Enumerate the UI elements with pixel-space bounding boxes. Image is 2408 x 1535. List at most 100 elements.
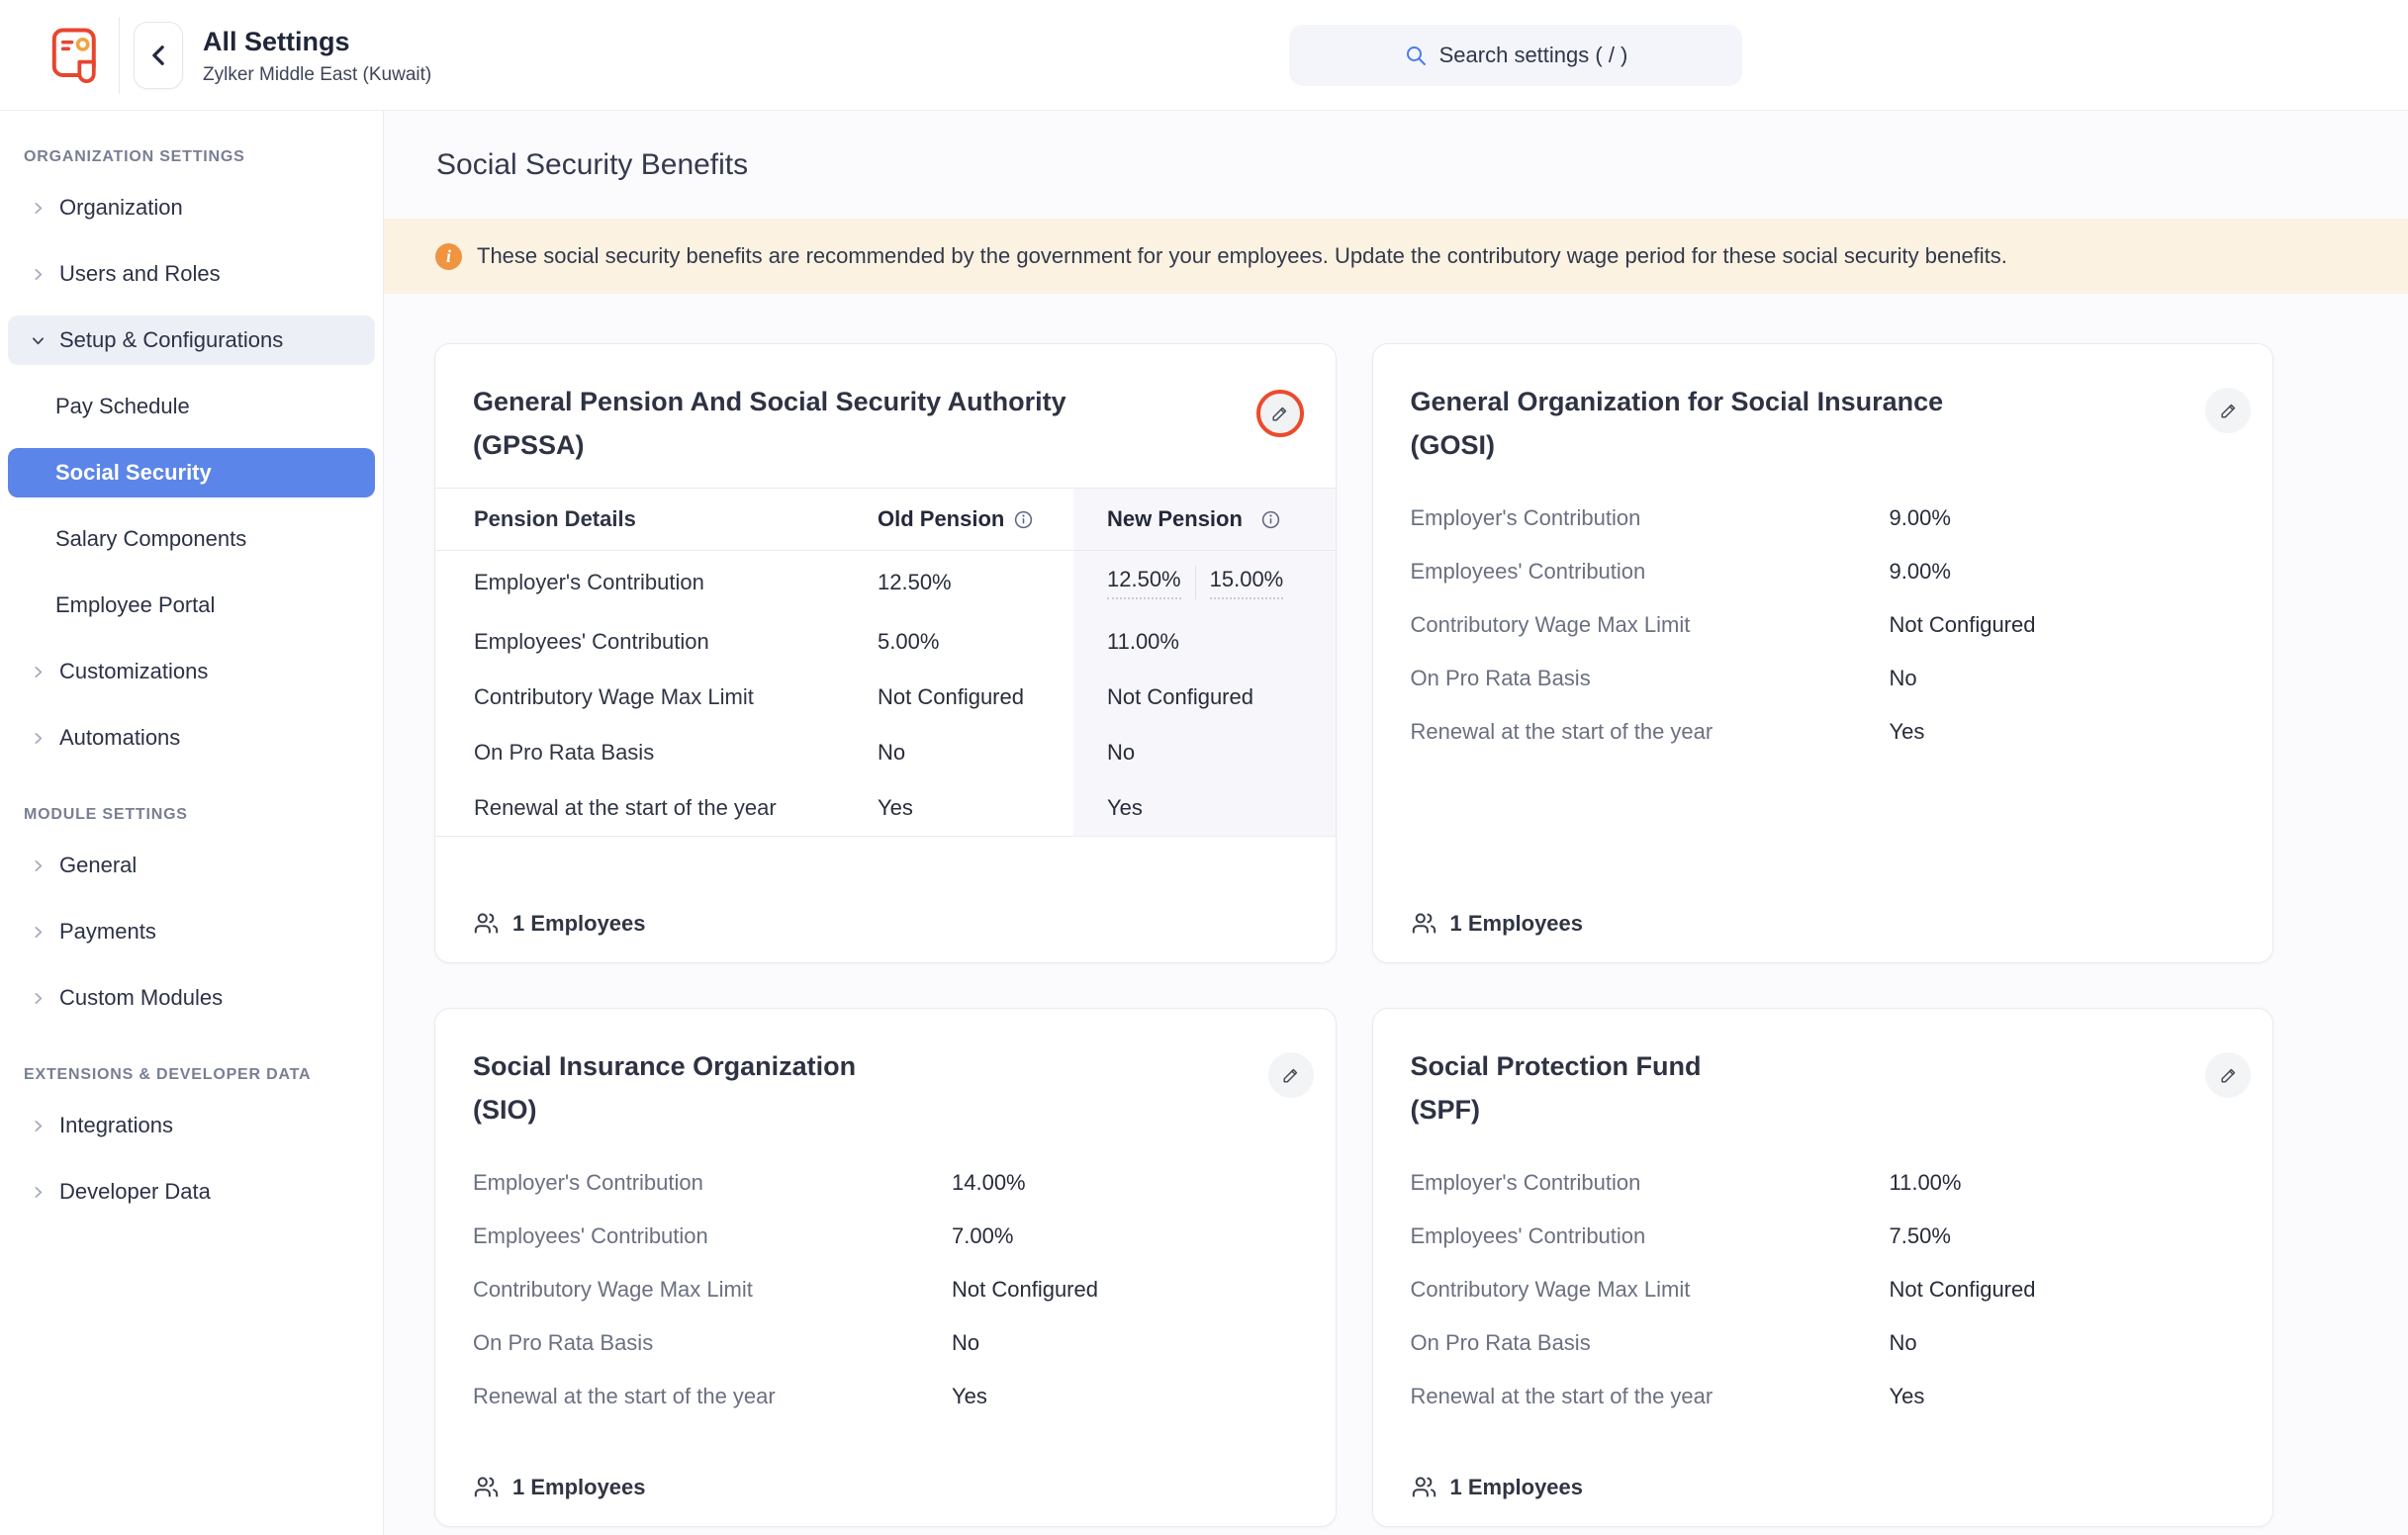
detail-row: Employer's Contribution14.00%: [435, 1156, 1336, 1210]
page-header-title: All Settings: [203, 25, 431, 58]
new-pension-value: 11.00%: [1073, 614, 1336, 670]
sidebar-item-payments[interactable]: Payments: [8, 907, 375, 956]
search-icon: [1404, 44, 1428, 67]
detail-row: Renewal at the start of the yearYes: [1373, 705, 2273, 759]
old-pension-value: 12.50%: [878, 551, 1073, 614]
old-pension-value: Yes: [878, 780, 1073, 836]
column-header: Pension Details: [435, 489, 878, 550]
column-header: New Pension: [1073, 489, 1336, 550]
card-spf: Social Protection Fund (SPF) Employer's …: [1372, 1008, 2274, 1527]
row-label: Contributory Wage Max Limit: [435, 670, 878, 725]
sidebar-item-label: Customizations: [59, 659, 208, 684]
sidebar-item-social-security[interactable]: Social Security: [8, 448, 375, 497]
new-pension-value-b[interactable]: 15.00%: [1210, 567, 1284, 599]
card-title: Social Insurance Organization (SIO): [473, 1044, 1217, 1131]
chevron-right-icon: [30, 200, 46, 217]
main-content: Social Security Benefits i These social …: [384, 111, 2408, 1535]
users-icon: [473, 1474, 500, 1500]
benefit-details: Employer's Contribution14.00% Employees'…: [435, 1156, 1336, 1423]
table-bottom-divider: [435, 836, 1336, 837]
employee-count[interactable]: 1 Employees: [435, 910, 1336, 962]
new-pension-value-a[interactable]: 12.50%: [1107, 567, 1181, 599]
column-header: Old Pension: [878, 489, 1073, 550]
detail-row: Renewal at the start of the yearYes: [1373, 1370, 2273, 1423]
card-gpssa: General Pension And Social Security Auth…: [434, 343, 1337, 963]
detail-row: Renewal at the start of the yearYes: [435, 1370, 1336, 1423]
edit-gpssa-button[interactable]: [1256, 390, 1304, 437]
sidebar-item-employee-portal[interactable]: Employee Portal: [8, 581, 375, 630]
chevron-right-icon: [30, 266, 46, 283]
sidebar-item-users-and-roles[interactable]: Users and Roles: [8, 249, 375, 299]
sidebar-item-automations[interactable]: Automations: [8, 713, 375, 763]
benefit-cards-grid: General Pension And Social Security Auth…: [434, 343, 2273, 1527]
employee-count[interactable]: 1 Employees: [1373, 910, 2273, 962]
organization-name: Zylker Middle East (Kuwait): [203, 64, 431, 86]
info-circle-icon[interactable]: [1260, 509, 1281, 530]
users-icon: [1411, 1474, 1437, 1500]
sidebar-item-custom-modules[interactable]: Custom Modules: [8, 973, 375, 1023]
section-label-module-settings: MODULE SETTINGS: [24, 806, 383, 824]
edit-pencil-icon: [1280, 1065, 1301, 1086]
detail-row: Contributory Wage Max LimitNot Configure…: [1373, 598, 2273, 652]
payroll-logo-icon[interactable]: [46, 22, 107, 89]
search-settings-input[interactable]: Search settings ( / ): [1289, 25, 1742, 86]
sidebar-item-salary-components[interactable]: Salary Components: [8, 514, 375, 564]
old-pension-value: No: [878, 725, 1073, 780]
app-header: All Settings Zylker Middle East (Kuwait)…: [0, 0, 2408, 111]
sidebar-item-customizations[interactable]: Customizations: [8, 647, 375, 696]
new-pension-value: Not Configured: [1073, 670, 1336, 725]
section-label-extensions-developer-data: EXTENSIONS & DEVELOPER DATA: [24, 1066, 383, 1084]
card-title: Social Protection Fund (SPF): [1411, 1044, 2155, 1131]
chevron-right-icon: [30, 858, 46, 874]
benefit-details: Employer's Contribution9.00% Employees' …: [1373, 492, 2273, 759]
chevron-down-icon: [30, 332, 46, 349]
employee-count[interactable]: 1 Employees: [1373, 1474, 2273, 1526]
table-row: Renewal at the start of the year Yes Yes: [435, 780, 1336, 836]
edit-pencil-icon: [2218, 401, 2239, 421]
detail-row: Employees' Contribution7.50%: [1373, 1210, 2273, 1263]
old-pension-value: Not Configured: [878, 670, 1073, 725]
sidebar-item-label: Organization: [59, 195, 183, 221]
page-title: Social Security Benefits: [436, 148, 2408, 182]
info-circle-icon[interactable]: [1013, 509, 1034, 530]
sidebar-item-developer-data[interactable]: Developer Data: [8, 1167, 375, 1217]
detail-row: Contributory Wage Max LimitNot Configure…: [435, 1263, 1336, 1316]
info-banner: i These social security benefits are rec…: [384, 219, 2408, 294]
employee-count[interactable]: 1 Employees: [435, 1474, 1336, 1526]
table-row: Employer's Contribution 12.50% 12.50% 15…: [435, 551, 1336, 614]
detail-row: Employer's Contribution9.00%: [1373, 492, 2273, 545]
benefit-details: Employer's Contribution11.00% Employees'…: [1373, 1156, 2273, 1423]
section-label-organization-settings: ORGANIZATION SETTINGS: [24, 148, 383, 166]
edit-sio-button[interactable]: [1268, 1052, 1314, 1098]
sidebar-item-label: General: [59, 853, 137, 878]
banner-text: These social security benefits are recom…: [477, 243, 2007, 269]
chevron-right-icon: [30, 990, 46, 1007]
edit-spf-button[interactable]: [2205, 1052, 2251, 1098]
sidebar-item-general[interactable]: General: [8, 841, 375, 890]
card-title: General Organization for Social Insuranc…: [1411, 380, 2155, 467]
sidebar-item-label: Payments: [59, 919, 156, 945]
header-divider: [119, 17, 120, 94]
sidebar-item-label: Setup & Configurations: [59, 327, 283, 353]
edit-gosi-button[interactable]: [2205, 388, 2251, 433]
chevron-right-icon: [30, 730, 46, 747]
back-button[interactable]: [134, 22, 183, 89]
sidebar-item-integrations[interactable]: Integrations: [8, 1101, 375, 1150]
chevron-right-icon: [30, 924, 46, 941]
row-label: Employees' Contribution: [435, 614, 878, 670]
pension-table-header: Pension Details Old Pension New Pension: [435, 488, 1336, 551]
sidebar-item-label: Pay Schedule: [55, 394, 190, 419]
new-pension-value: 12.50% 15.00%: [1073, 551, 1336, 614]
chevron-right-icon: [30, 1118, 46, 1134]
search-placeholder: Search settings ( / ): [1439, 43, 1628, 68]
sidebar-item-label: Employee Portal: [55, 592, 215, 618]
row-label: On Pro Rata Basis: [435, 725, 878, 780]
table-row: Employees' Contribution 5.00% 11.00%: [435, 614, 1336, 670]
table-row: On Pro Rata Basis No No: [435, 725, 1336, 780]
sidebar-item-pay-schedule[interactable]: Pay Schedule: [8, 382, 375, 431]
sidebar-item-organization[interactable]: Organization: [8, 183, 375, 232]
sidebar-item-setup-and-configurations[interactable]: Setup & Configurations: [8, 316, 375, 365]
row-label: Employer's Contribution: [435, 551, 878, 614]
table-row: Contributory Wage Max Limit Not Configur…: [435, 670, 1336, 725]
users-icon: [1411, 910, 1437, 937]
